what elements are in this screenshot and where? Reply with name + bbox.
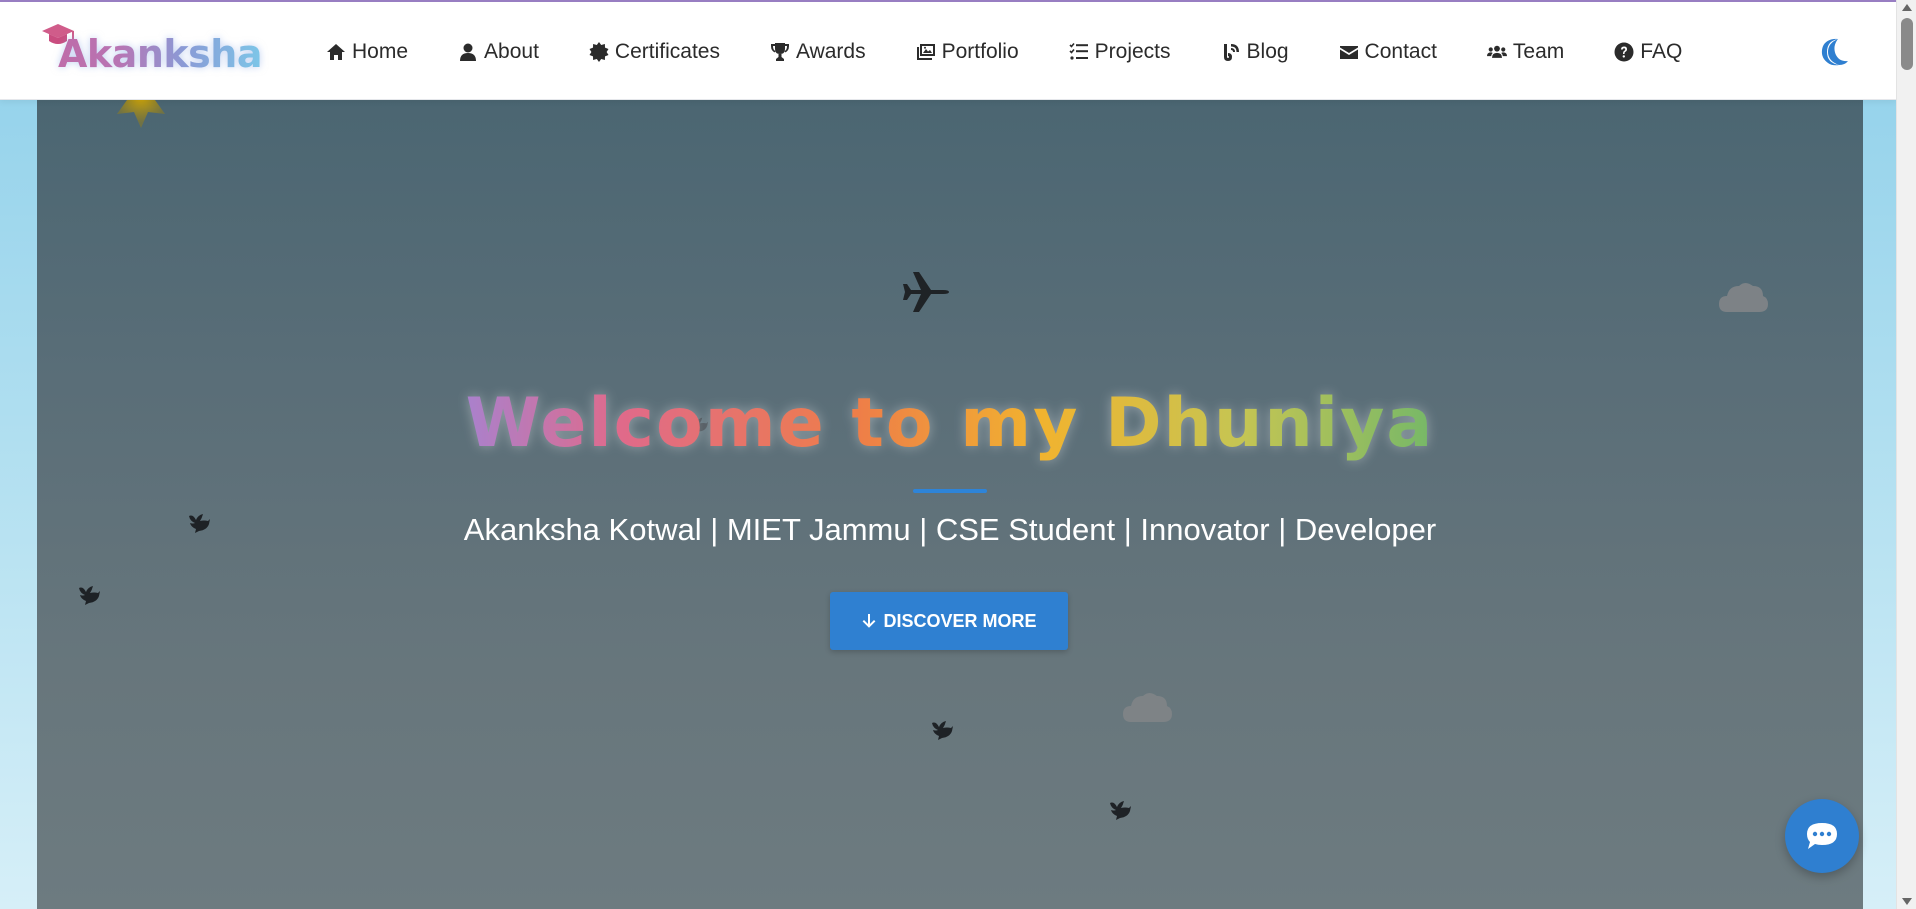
nav-label-certificates: Certificates: [614, 40, 720, 63]
nav-label-blog: Blog: [1246, 40, 1289, 63]
home-icon: [327, 44, 345, 60]
nav-item-team[interactable]: Team: [1486, 40, 1565, 64]
users-icon: [1486, 45, 1507, 58]
sun-icon: [117, 100, 165, 128]
bird-icon: [1110, 801, 1131, 820]
nav-label-about: About: [484, 40, 539, 63]
page-scrollbar[interactable]: [1896, 0, 1916, 909]
scroll-up-arrow[interactable]: [1902, 4, 1912, 11]
nav-item-about[interactable]: About: [458, 40, 539, 64]
discover-more-button[interactable]: DISCOVER MORE: [830, 592, 1068, 650]
nav-label-awards: Awards: [795, 40, 866, 63]
brand-logo[interactable]: Akanksha: [40, 22, 262, 78]
airplane-icon: [903, 272, 949, 312]
chat-icon: [1807, 823, 1837, 849]
trophy-icon: [770, 43, 789, 61]
question-icon: [1614, 42, 1634, 62]
nav-label-home: Home: [352, 40, 409, 63]
nav-label-faq: FAQ: [1640, 40, 1683, 63]
nav-label-projects: Projects: [1094, 40, 1171, 63]
bird-icon: [932, 721, 953, 740]
nav-item-faq[interactable]: FAQ: [1614, 40, 1682, 64]
title-divider: [913, 489, 987, 493]
blog-icon: [1223, 44, 1239, 61]
scroll-thumb[interactable]: [1901, 18, 1913, 70]
main-nav: Home About Certificates Awards Portfolio…: [326, 32, 1682, 72]
cloud-icon: [1719, 283, 1768, 312]
nav-label-contact: Contact: [1364, 40, 1437, 63]
envelope-icon: [1339, 46, 1358, 59]
images-icon: [916, 44, 935, 60]
discover-more-label: DISCOVER MORE: [883, 610, 1037, 631]
nav-item-home[interactable]: Home: [326, 40, 408, 64]
user-icon: [460, 43, 477, 61]
nav-label-team: Team: [1512, 40, 1565, 63]
chat-button[interactable]: [1785, 799, 1859, 873]
tasks-icon: [1069, 42, 1088, 60]
arrow-down-icon: [863, 614, 876, 628]
nav-item-projects[interactable]: Projects: [1069, 40, 1171, 64]
brand-name: Akanksha: [40, 24, 262, 76]
hero-title: Welcome to my Dhuniya: [37, 384, 1863, 463]
certificate-icon: [589, 42, 609, 62]
nav-item-portfolio[interactable]: Portfolio: [916, 40, 1019, 64]
cloud-icon: [1123, 693, 1172, 722]
nav-item-blog[interactable]: Blog: [1221, 40, 1289, 64]
nav-item-contact[interactable]: Contact: [1339, 40, 1437, 64]
bird-icon: [79, 586, 100, 605]
nav-item-certificates[interactable]: Certificates: [589, 40, 720, 64]
navbar: Akanksha Home About Certificates Awards …: [0, 2, 1896, 100]
hero-section: Welcome to my Dhuniya Akanksha Kotwal | …: [37, 100, 1863, 909]
moon-icon[interactable]: [1818, 35, 1852, 69]
nav-label-portfolio: Portfolio: [941, 40, 1019, 63]
scroll-down-arrow[interactable]: [1902, 898, 1912, 905]
nav-item-awards[interactable]: Awards: [770, 40, 866, 64]
hero-subtitle: Akanksha Kotwal | MIET Jammu | CSE Stude…: [463, 512, 1437, 547]
